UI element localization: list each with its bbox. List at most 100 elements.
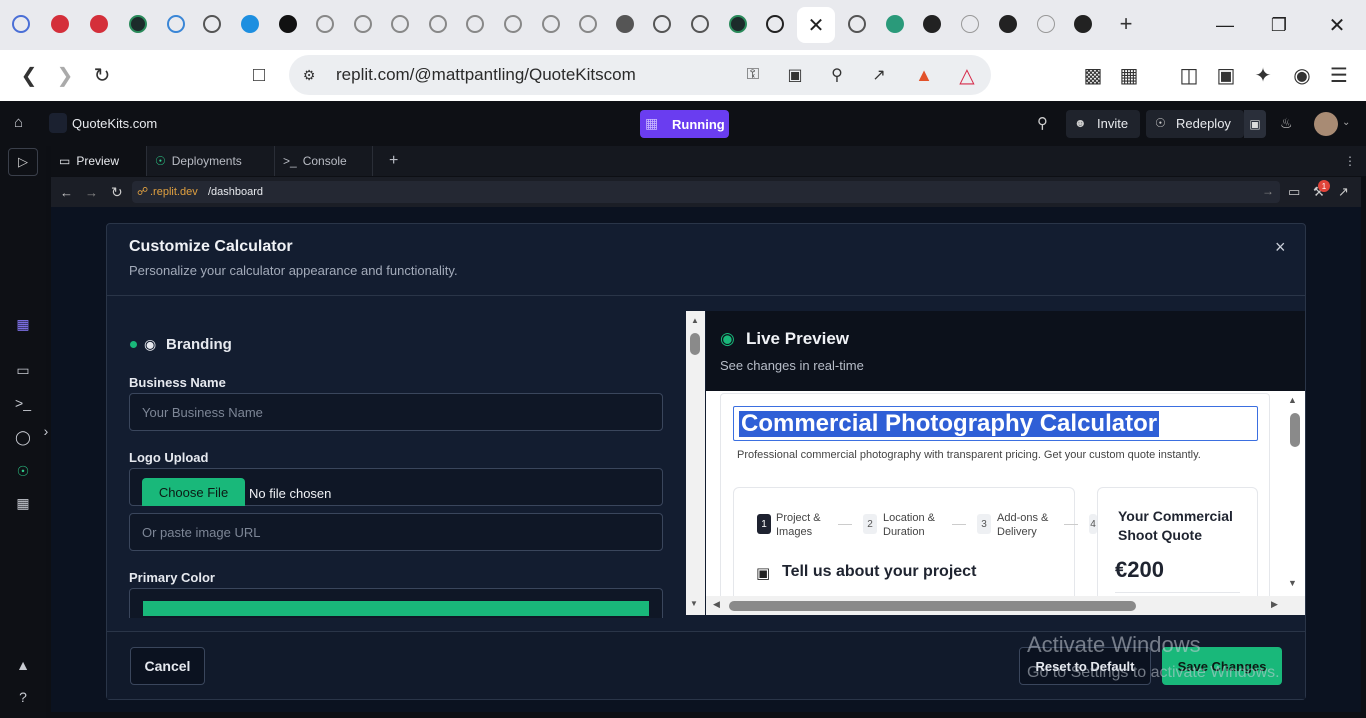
preview-rail-icon[interactable]: ▭ — [12, 359, 34, 381]
forward-icon[interactable]: ❯ — [52, 62, 78, 88]
github-tab-icon[interactable] — [201, 13, 223, 35]
help-bell-icon[interactable]: ▲ — [12, 654, 34, 676]
tab-favicon-icon[interactable] — [997, 13, 1019, 35]
frame-h-scroll-thumb[interactable] — [729, 601, 1136, 611]
scroll-up-icon[interactable]: ▲ — [691, 316, 699, 325]
frame-scroll-down-icon[interactable]: ▼ — [1288, 578, 1297, 588]
github-tab-icon[interactable] — [689, 13, 711, 35]
tab-favicon-icon[interactable] — [389, 13, 411, 35]
active-tab-close-button[interactable]: ✕ — [797, 7, 835, 43]
scroll-thumb[interactable] — [690, 333, 700, 355]
key-icon[interactable]: ⚿ — [740, 62, 766, 88]
install-app-icon[interactable]: ▣ — [782, 62, 808, 88]
zoom-icon[interactable]: ⚲ — [824, 62, 850, 88]
step-3-number[interactable]: 3 — [977, 514, 991, 534]
notifications-icon[interactable]: ♨ — [1280, 115, 1293, 132]
deployments-rail-icon[interactable]: ☉ — [12, 460, 34, 482]
tab-favicon-icon[interactable] — [577, 13, 599, 35]
files-toggle-icon[interactable]: ▷ — [8, 148, 38, 176]
chevron-down-icon[interactable]: ⌄ — [1342, 117, 1350, 128]
home-icon[interactable]: ⌂ — [14, 114, 23, 131]
console-rail-icon[interactable]: >_ — [12, 392, 34, 414]
close-icon[interactable]: × — [1275, 237, 1286, 258]
share-icon[interactable]: ↗ — [866, 62, 892, 88]
tab-favicon-icon[interactable] — [727, 13, 749, 35]
step-1-number[interactable]: 1 — [757, 514, 771, 534]
url-text[interactable]: replit.com/@mattpantling/QuoteKitscom — [336, 65, 636, 85]
github-tab-icon[interactable] — [651, 13, 673, 35]
tab-favicon-icon[interactable] — [314, 13, 336, 35]
tab-favicon-icon[interactable] — [540, 13, 562, 35]
extension-icon[interactable]: ▦ — [1116, 62, 1142, 88]
frame-scroll-thumb[interactable] — [1290, 413, 1300, 447]
webview-back-icon[interactable]: ← — [60, 185, 73, 200]
brave-shield-icon[interactable]: ▲ — [911, 62, 937, 88]
preview-scrollbar[interactable] — [686, 311, 705, 615]
tab-favicon-icon[interactable] — [165, 13, 187, 35]
devices-icon[interactable]: ▭ — [1288, 184, 1300, 200]
vpn-icon[interactable]: ◉ — [1289, 62, 1315, 88]
openai-tab-icon[interactable] — [764, 13, 786, 35]
help-icon[interactable]: ? — [12, 686, 34, 708]
tab-favicon-icon[interactable] — [427, 13, 449, 35]
brave-rewards-icon[interactable]: △ — [954, 62, 980, 88]
cancel-button[interactable]: Cancel — [130, 647, 205, 685]
live-preview-title: Live Preview — [746, 329, 850, 348]
tab-favicon-icon[interactable] — [239, 13, 261, 35]
go-arrow-icon[interactable]: → — [1262, 184, 1274, 198]
globe-tab-icon[interactable] — [614, 13, 636, 35]
step-2-number[interactable]: 2 — [863, 514, 877, 534]
tab-favicon-icon[interactable] — [10, 13, 32, 35]
wallet-icon[interactable]: ▣ — [1213, 62, 1239, 88]
add-tab-button[interactable]: + — [381, 146, 401, 176]
reload-icon[interactable]: ↻ — [89, 62, 115, 88]
calc-title[interactable]: Commercial Photography Calculator — [739, 411, 1160, 437]
step-4-number[interactable]: 4 — [1089, 514, 1097, 534]
tab-favicon-icon[interactable] — [352, 13, 374, 35]
avatar[interactable] — [1314, 112, 1338, 136]
tab-preview[interactable]: ▭ Preview — [51, 146, 147, 176]
frame-scroll-up-icon[interactable]: ▲ — [1288, 395, 1297, 405]
open-new-window-icon[interactable]: ↗ — [1338, 184, 1349, 200]
new-tab-button[interactable]: + — [1115, 11, 1137, 36]
deploy-menu-icon[interactable]: ▣ — [1244, 110, 1266, 138]
github-tab-icon[interactable] — [846, 13, 868, 35]
database-icon[interactable]: ◯ — [12, 426, 34, 448]
tab-console[interactable]: >_ Console — [275, 146, 373, 176]
leo-ai-icon[interactable]: ✦ — [1250, 62, 1276, 88]
bookmark-icon[interactable]: □ — [246, 62, 272, 88]
tab-favicon-icon[interactable] — [464, 13, 486, 35]
github-tab-icon[interactable] — [1072, 13, 1094, 35]
webview-forward-icon[interactable]: → — [85, 185, 98, 200]
tab-favicon-icon[interactable] — [884, 13, 906, 35]
sidebar-icon[interactable]: ◫ — [1176, 62, 1202, 88]
scroll-down-icon[interactable]: ▼ — [690, 599, 698, 608]
choose-file-button[interactable]: Choose File — [142, 478, 245, 506]
menu-icon[interactable]: ☰ — [1326, 62, 1352, 88]
close-window-icon[interactable]: ✕ — [1322, 10, 1352, 40]
primary-color-swatch[interactable] — [143, 601, 649, 616]
extensions-icon[interactable]: ▩ — [1080, 62, 1106, 88]
frame-scroll-right-icon[interactable]: ▶ — [1271, 599, 1278, 610]
frame-scroll-left-icon[interactable]: ◀ — [713, 599, 720, 610]
all-tools-icon[interactable]: ▦ — [12, 492, 34, 514]
webview-url-field[interactable] — [132, 181, 1280, 203]
minimize-icon[interactable]: — — [1210, 10, 1240, 40]
back-icon[interactable]: ❮ — [16, 62, 42, 88]
webview-reload-icon[interactable]: ↻ — [111, 184, 123, 201]
agent-icon[interactable]: ▦ — [12, 313, 34, 335]
restore-icon[interactable]: ❐ — [1264, 10, 1294, 40]
notion-tab-icon[interactable] — [1035, 13, 1057, 35]
more-options-icon[interactable]: ⋮ — [1336, 146, 1356, 176]
tab-deployments[interactable]: ☉ Deployments — [147, 146, 275, 176]
tab-favicon-icon[interactable] — [921, 13, 943, 35]
site-settings-icon[interactable]: ⚙ — [296, 62, 322, 88]
project-name[interactable]: QuoteKits.com — [72, 116, 157, 131]
pinterest-tab-icon[interactable] — [88, 13, 110, 35]
tab-favicon-icon[interactable] — [277, 13, 299, 35]
search-icon[interactable]: ⚲ — [1037, 114, 1048, 132]
notion-tab-icon[interactable] — [959, 13, 981, 35]
tab-favicon-icon[interactable] — [127, 13, 149, 35]
tab-favicon-icon[interactable] — [502, 13, 524, 35]
pinterest-tab-icon[interactable] — [49, 13, 71, 35]
